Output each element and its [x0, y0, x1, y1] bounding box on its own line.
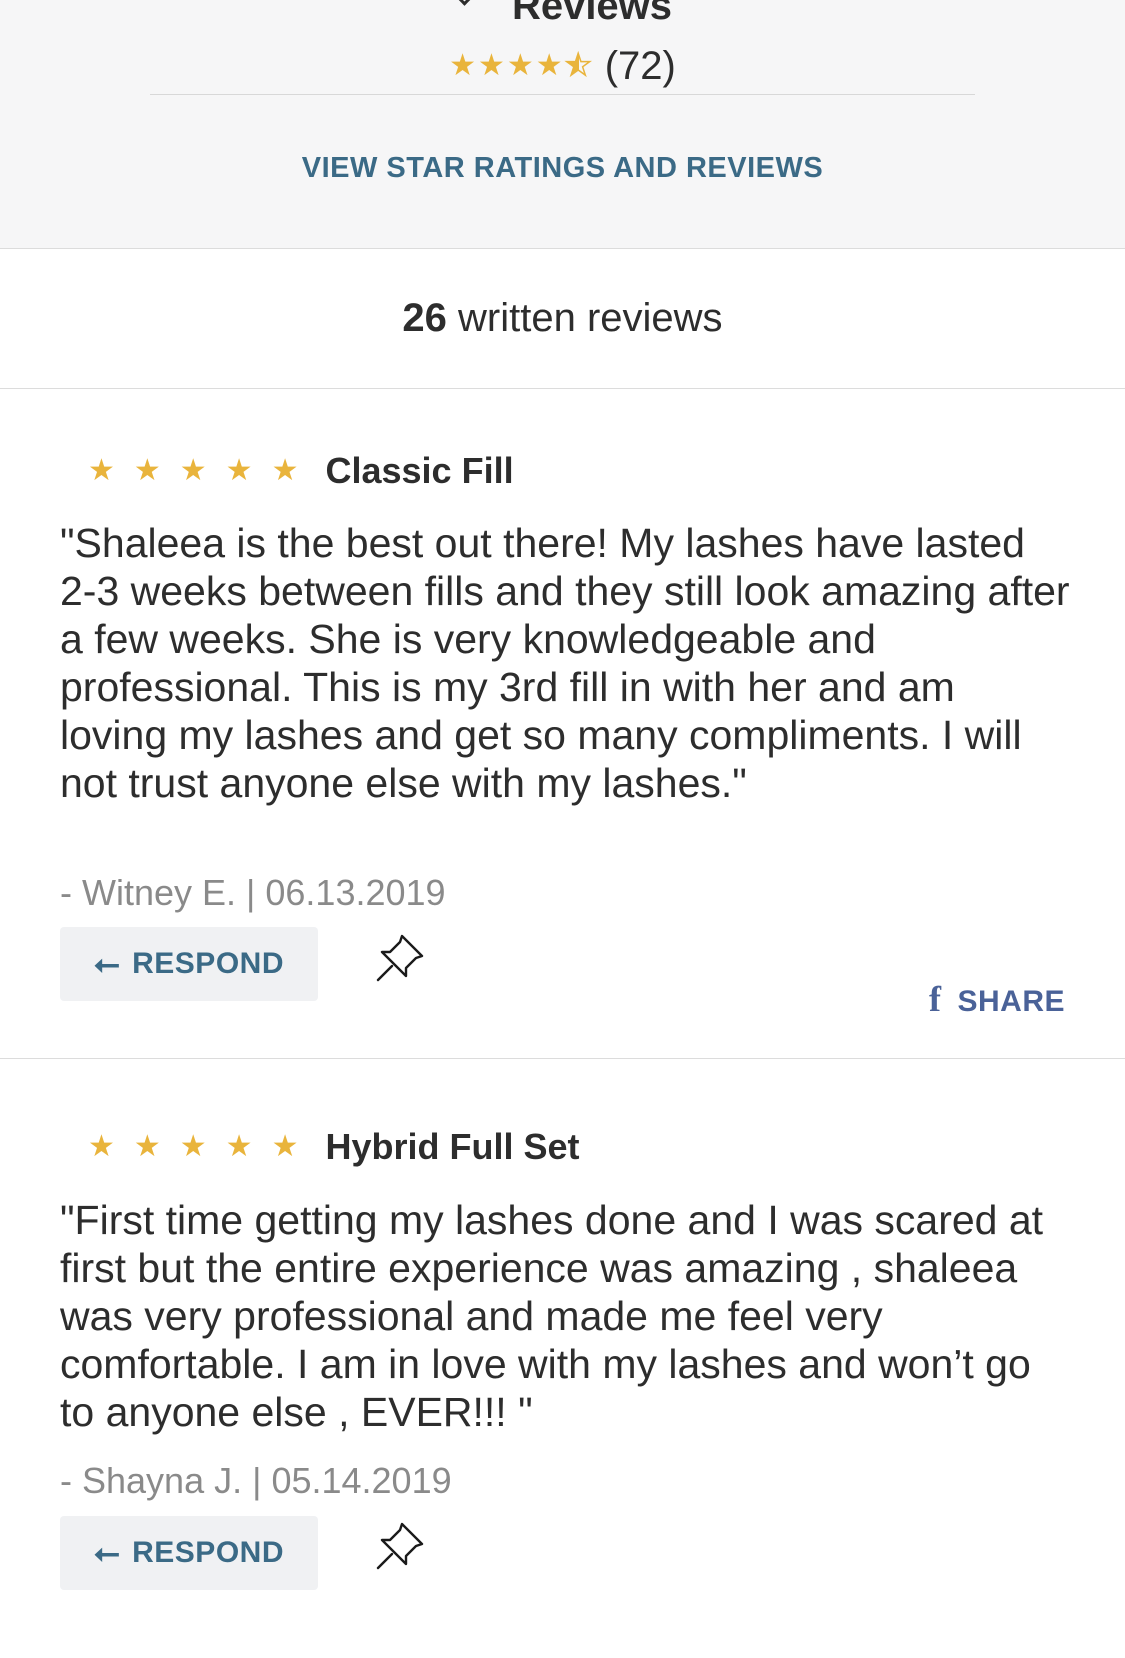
rating-stars: ★★★★★★	[449, 48, 594, 83]
star-icon: ★★★★	[449, 49, 565, 82]
reviews-title: Reviews	[511, 0, 673, 28]
review-text: "First time getting my lashes done and I…	[60, 1197, 1044, 1435]
reply-arrow-icon: ⭠	[94, 1534, 121, 1570]
respond-label: RESPOND	[132, 947, 284, 980]
overall-rating: ★★★★★★ (72)	[0, 44, 1125, 89]
review-service: Classic Fill	[325, 450, 514, 491]
star-rating-icon: ★★★★★	[88, 1130, 318, 1163]
review-text: "Shaleea is the best out there! My lashe…	[60, 520, 1070, 806]
reviews-header[interactable]: Reviews	[0, 0, 1125, 29]
review-item: ★★★★★ Hybrid Full Set "First time getting…	[0, 1058, 1125, 1658]
respond-label: RESPOND	[132, 1536, 284, 1569]
half-star-icon: ★★	[564, 48, 594, 83]
facebook-icon: f	[928, 979, 942, 1019]
half-star-fill: ★	[565, 48, 579, 83]
rating-count: (72)	[604, 44, 676, 88]
divider	[150, 94, 975, 95]
view-star-ratings-link[interactable]: VIEW STAR RATINGS AND REVIEWS	[0, 152, 1125, 185]
share-label: SHARE	[957, 985, 1065, 1018]
reply-arrow-icon: ⭠	[94, 945, 121, 981]
share-button[interactable]: f SHARE	[929, 978, 1065, 1020]
review-author-date: - Shayna J. | 05.14.2019	[60, 1460, 452, 1501]
respond-button[interactable]: ⭠ RESPOND	[60, 927, 318, 1001]
star-rating-icon: ★★★★★	[88, 454, 318, 487]
review-header: ★★★★★ Classic Fill	[88, 450, 514, 492]
pushpin-icon[interactable]	[372, 1518, 428, 1574]
respond-button[interactable]: ⭠ RESPOND	[60, 1516, 318, 1590]
reviews-summary-panel: Reviews ★★★★★★ (72) VIEW STAR RATINGS AN…	[0, 0, 1125, 249]
review-header: ★★★★★ Hybrid Full Set	[88, 1126, 580, 1168]
written-count: 26	[402, 296, 447, 340]
pushpin-icon[interactable]	[372, 930, 428, 986]
written-reviews-count: 26 written reviews	[0, 248, 1125, 389]
review-author-date: - Witney E. | 06.13.2019	[60, 872, 446, 913]
review-service: Hybrid Full Set	[325, 1126, 580, 1167]
written-label: written reviews	[458, 296, 723, 340]
chevron-down-icon[interactable]	[448, 0, 481, 6]
review-item: ★★★★★ Classic Fill "Shaleea is the best o…	[0, 388, 1125, 1059]
